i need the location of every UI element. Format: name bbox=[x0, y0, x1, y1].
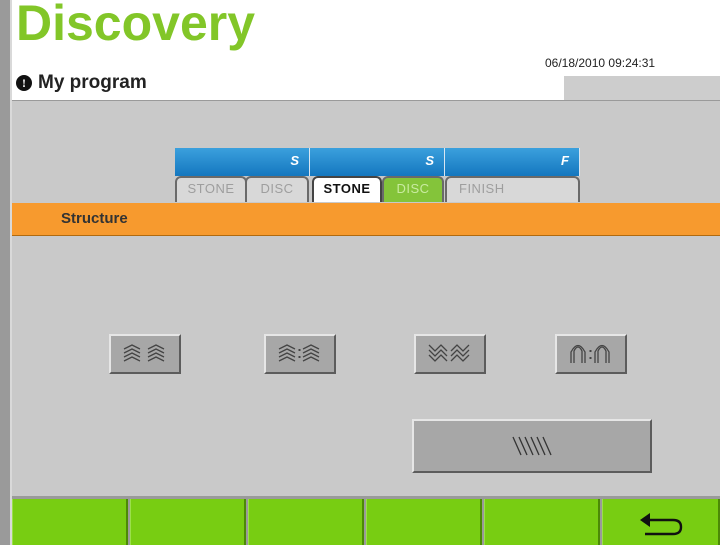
section-title: Structure bbox=[61, 210, 128, 227]
tab-finish[interactable]: FINISH bbox=[445, 176, 580, 202]
back-button[interactable] bbox=[602, 499, 720, 545]
footer-button-3[interactable] bbox=[248, 499, 364, 545]
window-frame-left bbox=[0, 0, 10, 545]
footer-button-5[interactable] bbox=[484, 499, 600, 545]
diagonal-lines-icon bbox=[512, 436, 552, 456]
main-panel: S STONE DISC S STONE DISC F FINISH Struc… bbox=[12, 100, 720, 496]
footer-button-4[interactable] bbox=[366, 499, 482, 545]
tab-disc-2[interactable]: DISC bbox=[382, 176, 444, 202]
footer-button-2[interactable] bbox=[130, 499, 246, 545]
tab-group-3: F FINISH bbox=[445, 148, 580, 203]
structure-button-diagonal[interactable] bbox=[412, 419, 652, 473]
header: Discovery ! My program 06/18/2010 09:24:… bbox=[12, 0, 720, 100]
wave-outward-chevron-dotted-icon bbox=[278, 344, 320, 362]
back-arrow-icon bbox=[640, 513, 683, 536]
tab-group-2-header: S bbox=[310, 148, 445, 176]
structure-button-4[interactable] bbox=[555, 334, 627, 374]
program-title: My program bbox=[38, 72, 147, 93]
process-tabbar: S STONE DISC S STONE DISC F FINISH bbox=[175, 148, 580, 203]
info-icon[interactable]: ! bbox=[16, 75, 32, 91]
tab-group-2-letter: S bbox=[425, 153, 434, 168]
tab-group-1-letter: S bbox=[290, 153, 299, 168]
tab-group-1-header: S bbox=[175, 148, 310, 176]
footer-bar bbox=[12, 496, 720, 545]
structure-button-3[interactable] bbox=[414, 334, 486, 374]
header-status-box bbox=[564, 76, 720, 100]
tab-group-2: S STONE DISC bbox=[310, 148, 445, 203]
datetime-display: 06/18/2010 09:24:31 bbox=[545, 56, 656, 70]
section-header: Structure bbox=[12, 203, 720, 236]
tab-group-3-letter: F bbox=[561, 153, 569, 168]
structure-button-2[interactable] bbox=[264, 334, 336, 374]
tab-group-3-header: F bbox=[445, 148, 580, 176]
tab-stone-2-active[interactable]: STONE bbox=[312, 176, 382, 202]
tab-group-1: S STONE DISC bbox=[175, 148, 310, 203]
wave-arch-dotted-icon bbox=[570, 344, 610, 363]
footer-button-1[interactable] bbox=[12, 499, 128, 545]
tab-stone-1[interactable]: STONE bbox=[175, 176, 247, 202]
wave-zigzag-icon bbox=[428, 344, 470, 362]
brand-title: Discovery bbox=[16, 0, 256, 51]
wave-outward-chevron-icon bbox=[123, 344, 165, 362]
tab-disc-1[interactable]: DISC bbox=[245, 176, 309, 202]
structure-button-1[interactable] bbox=[109, 334, 181, 374]
